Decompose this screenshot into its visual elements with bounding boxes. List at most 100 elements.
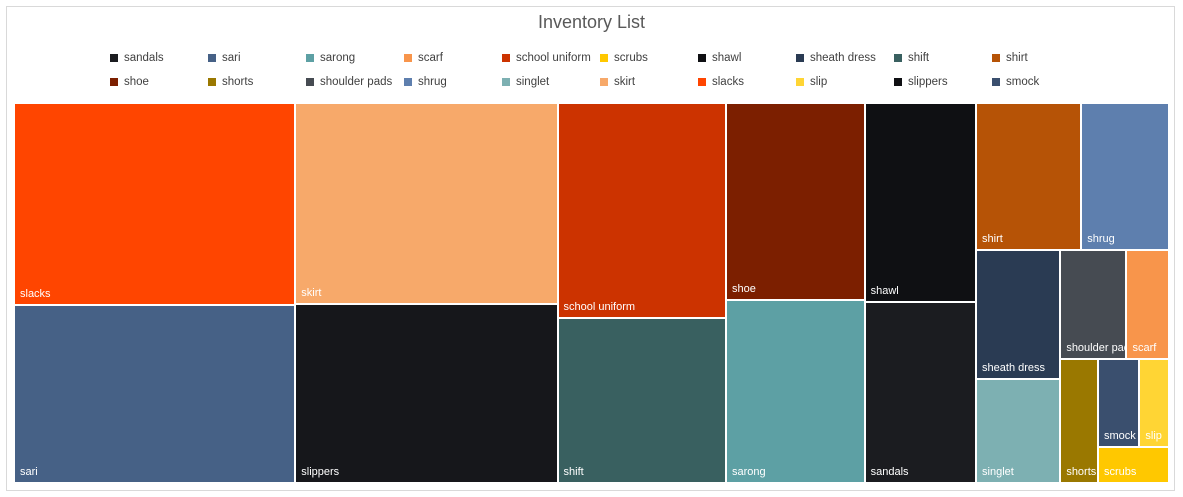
legend-swatch (992, 54, 1000, 62)
legend-swatch (698, 54, 706, 62)
legend-swatch (306, 54, 314, 62)
treemap-tile-school-uniform[interactable]: school uniform (557, 103, 726, 318)
legend-label: shirt (1006, 52, 1028, 64)
treemap-tile-label: sheath dress (982, 361, 1046, 374)
treemap-tile-shorts[interactable]: shorts (1060, 359, 1098, 483)
legend-swatch (208, 54, 216, 62)
legend-swatch (110, 54, 118, 62)
legend-swatch (894, 78, 902, 86)
legend-swatch (502, 54, 510, 62)
treemap-tile-label: singlet (982, 465, 1014, 478)
legend-item: school uniform (502, 50, 591, 66)
treemap-tile-label: slip (1145, 429, 1162, 442)
legend-label: sari (222, 52, 241, 64)
legend-label: sheath dress (810, 52, 876, 64)
legend-label: shrug (418, 76, 447, 88)
legend-item: smock (992, 74, 1039, 90)
legend-item: shift (894, 50, 929, 66)
legend-swatch (796, 54, 804, 62)
legend-swatch (796, 78, 804, 86)
legend-item: slip (796, 74, 827, 90)
treemap-tile-slippers[interactable]: slippers (295, 303, 558, 483)
treemap-tile-skirt[interactable]: skirt (295, 103, 558, 304)
treemap-tile-label: shorts (1066, 465, 1097, 478)
legend-label: sarong (320, 52, 356, 64)
legend-swatch (208, 78, 216, 86)
treemap-tile-shrug[interactable]: shrug (1081, 103, 1169, 251)
legend-swatch (600, 78, 608, 86)
treemap-tile-shift[interactable]: shift (557, 317, 726, 483)
legend-label: scrubs (614, 52, 648, 64)
treemap-tile-label: smock (1103, 429, 1136, 442)
treemap-tile-label: sandals (870, 465, 909, 478)
legend-item: sandals (110, 50, 164, 66)
legend-swatch (502, 78, 510, 86)
legend-item: shorts (208, 74, 253, 90)
treemap-tile-scarf[interactable]: scarf (1126, 250, 1169, 360)
legend-label: shift (908, 52, 930, 64)
legend-swatch (992, 78, 1000, 86)
legend-label: school uniform (516, 52, 591, 64)
treemap-tile-label: slacks (20, 287, 51, 300)
legend-item: shawl (698, 50, 741, 66)
legend-label: shorts (222, 76, 254, 88)
legend-item: sarong (306, 50, 355, 66)
treemap-tile-label: scarf (1132, 342, 1157, 355)
legend-label: scarf (418, 52, 443, 64)
legend-swatch (110, 78, 118, 86)
legend-label: shoulder pads (320, 76, 393, 88)
treemap-tile-label: slippers (301, 465, 340, 478)
legend-label: smock (1006, 76, 1040, 88)
legend-item: scarf (404, 50, 443, 66)
treemap-tile-label: shrug (1087, 233, 1115, 246)
legend-item: shrug (404, 74, 447, 90)
legend-item: scrubs (600, 50, 648, 66)
treemap-tile-label: school uniform (563, 300, 636, 313)
treemap-tile-label: shawl (870, 285, 899, 298)
treemap-tile-label: sarong (732, 465, 766, 478)
legend-swatch (306, 78, 314, 86)
treemap-tile-sarong[interactable]: sarong (726, 300, 865, 483)
legend-label: shawl (712, 52, 742, 64)
legend-item: shoulder pads (306, 74, 392, 90)
legend-swatch (600, 54, 608, 62)
treemap-tile-singlet[interactable]: singlet (976, 378, 1061, 483)
legend-label: sandals (124, 52, 164, 64)
treemap-tile-sari[interactable]: sari (14, 304, 296, 483)
treemap-tile-slip[interactable]: slip (1139, 359, 1169, 447)
legend-swatch (698, 78, 706, 86)
legend-item: sheath dress (796, 50, 876, 66)
treemap-tile-slacks[interactable]: slacks (14, 103, 296, 305)
treemap-tile-shoe[interactable]: shoe (726, 103, 865, 301)
treemap-tile-label: shoe (732, 283, 756, 296)
legend-item: singlet (502, 74, 549, 90)
legend-label: slacks (712, 76, 744, 88)
treemap-tile-sheath-dress[interactable]: sheath dress (976, 250, 1061, 379)
treemap-tile-shirt[interactable]: shirt (976, 103, 1082, 251)
legend-item: slippers (894, 74, 948, 90)
treemap-tile-label: shoulder pads (1066, 342, 1136, 355)
legend-item: shoe (110, 74, 149, 90)
treemap-tile-sandals[interactable]: sandals (864, 302, 977, 483)
treemap-tile-shawl[interactable]: shawl (864, 103, 977, 303)
legend-label: shoe (124, 76, 149, 88)
treemap-tile-shoulder-pads[interactable]: shoulder pads (1060, 250, 1135, 360)
treemap-tile-label: shift (563, 465, 584, 478)
legend-swatch (894, 54, 902, 62)
legend-item: skirt (600, 74, 635, 90)
legend-swatch (404, 78, 412, 86)
legend-item: shirt (992, 50, 1028, 66)
treemap-tile-label: shirt (982, 233, 1003, 246)
treemap-tile-label: skirt (301, 286, 322, 299)
legend-label: slip (810, 76, 828, 88)
legend-label: skirt (614, 76, 636, 88)
treemap-tile-label: sari (20, 465, 38, 478)
legend-item: sari (208, 50, 241, 66)
legend-item: slacks (698, 74, 744, 90)
treemap-tile-scrubs[interactable]: scrubs (1097, 446, 1169, 483)
treemap-tile-smock[interactable]: smock (1097, 359, 1140, 447)
legend-label: slippers (908, 76, 948, 88)
legend-swatch (404, 54, 412, 62)
treemap-tile-label: scrubs (1103, 465, 1137, 478)
legend-label: singlet (516, 76, 550, 88)
